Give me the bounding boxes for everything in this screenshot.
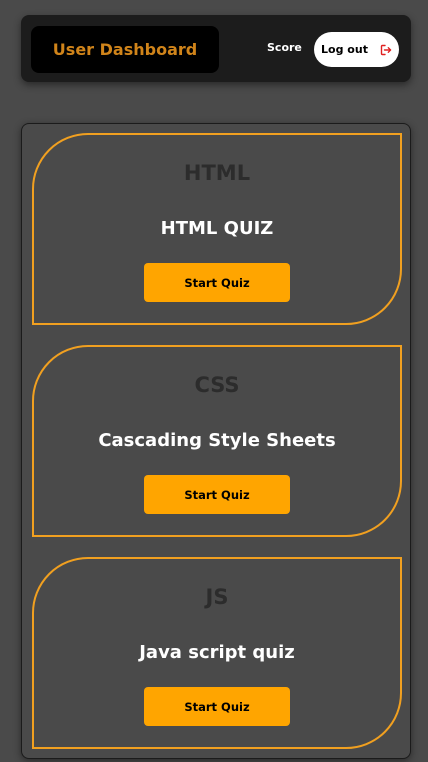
quiz-card-js: JS Java script quiz Start Quiz <box>32 557 402 749</box>
quiz-title: Cascading Style Sheets <box>98 430 336 451</box>
logout-label: Log out <box>321 43 368 56</box>
start-quiz-button[interactable]: Start Quiz <box>144 263 290 302</box>
quiz-list-panel: HTML HTML QUIZ Start Quiz CSS Cascading … <box>21 123 411 759</box>
header-bar: User Dashboard Score Log out <box>21 15 411 82</box>
start-quiz-button[interactable]: Start Quiz <box>144 475 290 514</box>
logout-button[interactable]: Log out <box>314 32 399 67</box>
quiz-subject: CSS <box>194 373 240 397</box>
start-quiz-button[interactable]: Start Quiz <box>144 687 290 726</box>
quiz-subject: HTML <box>183 161 251 185</box>
quiz-title: HTML QUIZ <box>160 218 274 239</box>
quiz-subject: JS <box>205 585 229 609</box>
score-link[interactable]: Score <box>267 41 302 54</box>
logout-icon <box>380 44 392 56</box>
quiz-card-css: CSS Cascading Style Sheets Start Quiz <box>32 345 402 537</box>
quiz-title: Java script quiz <box>139 642 295 663</box>
brand-title: User Dashboard <box>31 26 219 73</box>
quiz-card-html: HTML HTML QUIZ Start Quiz <box>32 133 402 325</box>
